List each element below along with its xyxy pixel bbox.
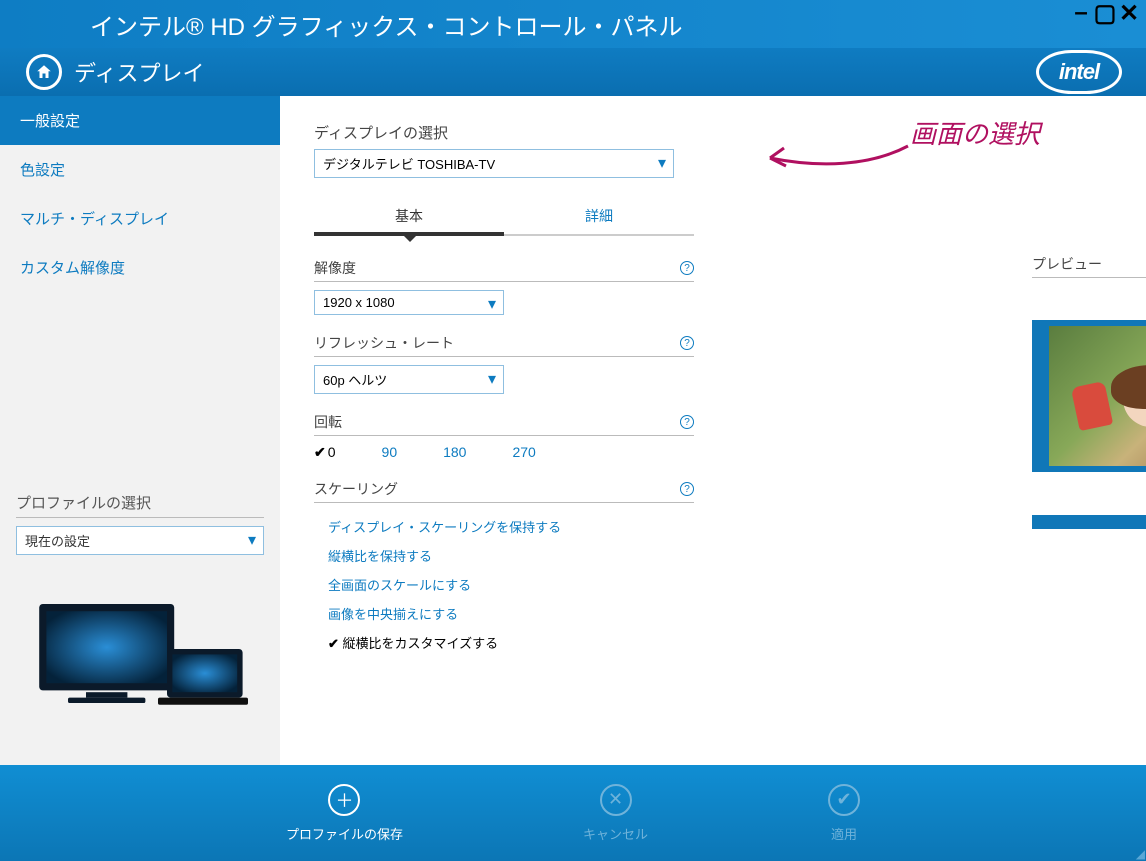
rotation-label: 回転	[314, 412, 342, 432]
content: ディスプレイの選択 デジタルテレビ TOSHIBA-TV 画面の選択 基本 詳細…	[280, 96, 1146, 765]
sidebar-item-general[interactable]: 一般設定	[0, 96, 280, 145]
preview-frame	[1032, 320, 1146, 472]
help-icon[interactable]: ?	[680, 336, 694, 350]
resolution-label: 解像度	[314, 258, 356, 278]
horizontal-scale-slider[interactable]	[1032, 515, 1146, 529]
profile-select[interactable]: 現在の設定	[16, 526, 264, 555]
save-profile-button[interactable]: ＋ プロファイルの保存	[286, 784, 403, 843]
close-button[interactable]: ✕	[1120, 4, 1138, 22]
rotation-setting: 回転 ? 0 90 180 270	[314, 412, 694, 461]
profile-label: プロファイルの選択	[16, 492, 264, 518]
section-header: ディスプレイ intel	[0, 48, 1146, 96]
close-icon: ✕	[600, 784, 632, 816]
preview-image	[1049, 326, 1146, 466]
resolution-setting: 解像度 ? 1920 x 1080	[314, 258, 694, 315]
tab-basic[interactable]: 基本	[314, 200, 504, 236]
display-select-block: ディスプレイの選択 デジタルテレビ TOSHIBA-TV	[314, 122, 1106, 178]
scaling-opt-custom[interactable]: 縦横比をカスタマイズする	[328, 633, 694, 652]
refresh-select[interactable]: 60p ヘルツ	[314, 365, 504, 394]
home-button[interactable]	[26, 54, 62, 90]
rotation-opt-0[interactable]: 0	[314, 444, 336, 461]
scaling-label: スケーリング	[314, 479, 398, 499]
scaling-opt-keep-aspect[interactable]: 縦横比を保持する	[328, 546, 694, 565]
preview-label: プレビュー	[1032, 254, 1102, 274]
sidebar-item-multidisplay[interactable]: マルチ・ディスプレイ	[0, 194, 280, 243]
cancel-button[interactable]: ✕ キャンセル	[583, 784, 648, 843]
home-icon	[35, 63, 53, 81]
help-icon[interactable]: ?	[680, 261, 694, 275]
scaling-setting: スケーリング ? ディスプレイ・スケーリングを保持する 縦横比を保持する 全画面…	[314, 479, 694, 652]
rotation-opt-270[interactable]: 270	[512, 444, 535, 461]
rotation-opt-90[interactable]: 90	[382, 444, 398, 461]
sidebar-item-custom-res[interactable]: カスタム解像度	[0, 243, 280, 292]
footer: ＋ プロファイルの保存 ✕ キャンセル ✔ 適用 ◢	[0, 765, 1146, 861]
monitor-illustration	[16, 595, 264, 745]
preview-panel: プレビュー ? 98 98	[1032, 254, 1146, 580]
check-icon: ✔	[828, 784, 860, 816]
maximize-button[interactable]: ▢	[1096, 4, 1114, 22]
sidebar-item-color[interactable]: 色設定	[0, 145, 280, 194]
display-select[interactable]: デジタルテレビ TOSHIBA-TV	[314, 149, 674, 178]
section-title: ディスプレイ	[74, 56, 204, 88]
app-title: インテル® HD グラフィックス・コントロール・パネル	[90, 7, 682, 42]
resolution-select[interactable]: 1920 x 1080	[314, 290, 504, 315]
window-controls: – ▢ ✕	[1072, 4, 1138, 22]
main-area: 一般設定 色設定 マルチ・ディスプレイ カスタム解像度 プロファイルの選択 現在…	[0, 96, 1146, 765]
plus-icon: ＋	[328, 784, 360, 816]
title-bar: インテル® HD グラフィックス・コントロール・パネル – ▢ ✕	[0, 0, 1146, 48]
help-icon[interactable]: ?	[680, 482, 694, 496]
scaling-opt-center[interactable]: 画像を中央揃えにする	[328, 604, 694, 623]
display-select-label: ディスプレイの選択	[314, 122, 1106, 143]
help-icon[interactable]: ?	[680, 415, 694, 429]
scaling-opt-fullscreen[interactable]: 全画面のスケールにする	[328, 575, 694, 594]
apply-button[interactable]: ✔ 適用	[828, 784, 860, 843]
refresh-setting: リフレッシュ・レート ? 60p ヘルツ	[314, 333, 694, 394]
resize-grip-icon[interactable]: ◢	[1136, 852, 1142, 857]
refresh-label: リフレッシュ・レート	[314, 333, 454, 353]
sidebar: 一般設定 色設定 マルチ・ディスプレイ カスタム解像度 プロファイルの選択 現在…	[0, 96, 280, 765]
tab-indicator	[314, 240, 694, 250]
tab-advanced[interactable]: 詳細	[504, 200, 694, 236]
intel-logo: intel	[1036, 50, 1122, 94]
rotation-opt-180[interactable]: 180	[443, 444, 466, 461]
scaling-opt-keep-display[interactable]: ディスプレイ・スケーリングを保持する	[328, 517, 694, 536]
profile-block: プロファイルの選択 現在の設定	[0, 492, 280, 765]
preview-image-detail	[1071, 381, 1113, 431]
minimize-button[interactable]: –	[1072, 4, 1090, 22]
settings-tabs: 基本 詳細	[314, 200, 694, 236]
